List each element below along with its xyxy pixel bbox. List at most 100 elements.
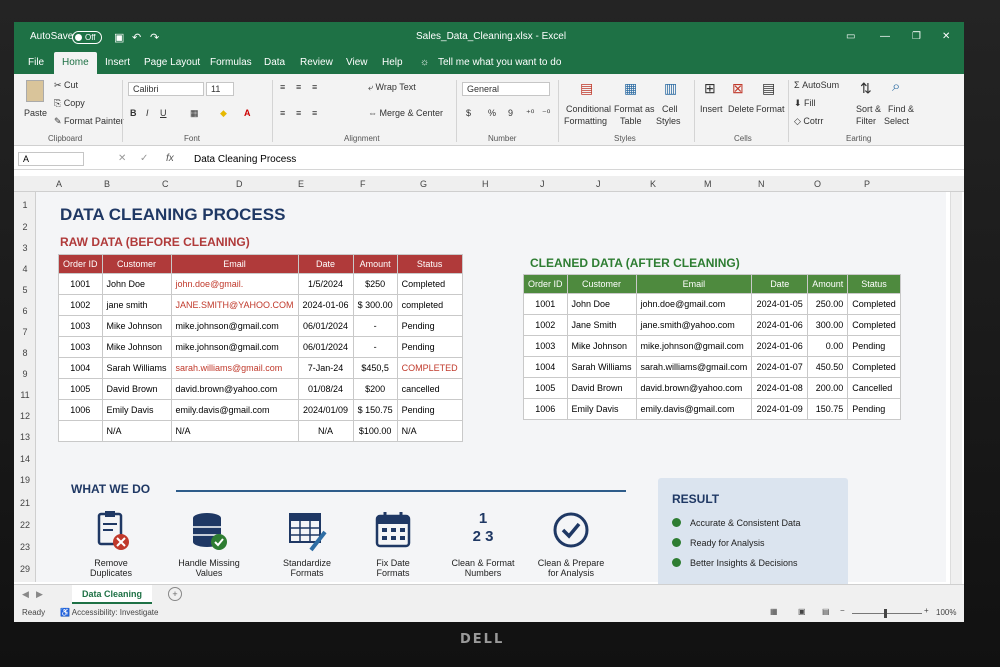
insert-cells-icon[interactable]: ⊞	[704, 80, 716, 97]
align-right-icon[interactable]: ≡	[312, 108, 317, 118]
currency-icon[interactable]: $	[466, 108, 471, 118]
cell-styles-button[interactable]: Cell	[662, 104, 678, 114]
row-header[interactable]: 11	[14, 390, 36, 400]
wrap-text-button[interactable]: ⤶ Wrap Text	[368, 82, 416, 93]
tab-insert[interactable]: Insert	[105, 57, 130, 68]
table-cell[interactable]: $100.00	[352, 420, 398, 442]
insert-cells-button[interactable]: Insert	[700, 104, 723, 114]
format-cells-button[interactable]: Format	[756, 104, 785, 114]
table-cell[interactable]: 1004	[523, 356, 568, 378]
find-select-icon[interactable]: ⌕	[892, 78, 900, 95]
table-cell[interactable]: Pending	[847, 398, 901, 420]
autosum-button[interactable]: Σ AutoSum	[794, 80, 839, 90]
column-header[interactable]: B	[104, 179, 110, 189]
column-header-cell[interactable]: Status	[847, 274, 901, 294]
row-header[interactable]: 12	[14, 411, 36, 421]
table-cell[interactable]	[58, 420, 103, 442]
table-cell[interactable]: Completed	[396, 273, 463, 295]
table-cell[interactable]: Emily Davis	[101, 399, 172, 421]
table-cell[interactable]: 1003	[58, 336, 103, 358]
table-cell[interactable]: 1/5/2024	[297, 273, 354, 295]
table-cell[interactable]: Cancelled	[847, 377, 901, 399]
column-header[interactable]: K	[650, 179, 656, 189]
page-break-view-icon[interactable]: ▤	[822, 607, 830, 616]
zoom-out-icon[interactable]: −	[840, 606, 845, 615]
table-cell[interactable]: 2024-01-08	[751, 377, 809, 399]
table-cell[interactable]: Pending	[396, 336, 463, 358]
align-top-icon[interactable]: ≡	[280, 82, 285, 92]
comma-icon[interactable]: 9	[508, 108, 513, 118]
conditional-formatting-button[interactable]: Conditional	[566, 104, 611, 114]
sort-filter-button[interactable]: Sort &	[856, 104, 881, 114]
align-center-icon[interactable]: ≡	[296, 108, 301, 118]
normal-view-icon[interactable]: ▦	[770, 607, 778, 616]
row-header[interactable]: 14	[14, 454, 36, 464]
zoom-in-icon[interactable]: +	[924, 606, 929, 615]
table-cell[interactable]: 0.00	[807, 335, 849, 357]
table-cell[interactable]: 1001	[523, 293, 568, 315]
align-middle-icon[interactable]: ≡	[296, 82, 301, 92]
page-layout-view-icon[interactable]: ▣	[798, 607, 806, 616]
name-box[interactable]: A	[18, 152, 84, 166]
table-cell[interactable]: Sarah Williams	[566, 356, 637, 378]
font-name-select[interactable]: Calibri	[128, 82, 204, 96]
bold-button[interactable]: B	[130, 108, 137, 118]
enter-icon[interactable]: ✓	[140, 153, 148, 164]
table-cell[interactable]: mike.johnson@gmail.com	[170, 336, 299, 358]
column-header-cell[interactable]: Order ID	[523, 274, 568, 294]
row-header[interactable]: 9	[14, 369, 36, 379]
column-header-cell[interactable]: Email	[635, 274, 753, 294]
column-header-cell[interactable]: Amount	[807, 274, 849, 294]
table-cell[interactable]: 450.50	[807, 356, 849, 378]
decrease-decimal-icon[interactable]: ⁻⁰	[542, 108, 550, 119]
table-cell[interactable]: jane smith	[101, 294, 172, 316]
table-cell[interactable]: 2024-01-06	[751, 335, 809, 357]
close-icon[interactable]: ✕	[942, 31, 950, 42]
row-header[interactable]: 8	[14, 348, 36, 358]
table-cell[interactable]: 2024-01-09	[751, 398, 809, 420]
table-cell[interactable]: David Brown	[101, 378, 172, 400]
table-cell[interactable]: 1002	[523, 314, 568, 336]
accessibility-status[interactable]: ♿ Accessibility: Investigate	[60, 608, 158, 617]
maximize-icon[interactable]: ❐	[912, 31, 921, 42]
table-cell[interactable]: 1006	[523, 398, 568, 420]
find-select-button[interactable]: Find &	[888, 104, 914, 114]
column-header-cell[interactable]: Amount	[352, 254, 398, 274]
table-cell[interactable]: 01/08/24	[297, 378, 354, 400]
add-sheet-icon[interactable]: +	[168, 587, 182, 601]
row-header[interactable]: 5	[14, 285, 36, 295]
tab-home[interactable]: Home	[54, 52, 97, 74]
table-cell[interactable]: Mike Johnson	[566, 335, 637, 357]
table-cell[interactable]: $200	[352, 378, 398, 400]
column-header[interactable]: E	[298, 179, 304, 189]
save-icon[interactable]: ▣	[114, 31, 124, 44]
copy-button[interactable]: ⎘ Copy	[54, 98, 85, 109]
format-cells-icon[interactable]: ▤	[762, 80, 775, 97]
table-cell[interactable]: Pending	[396, 315, 463, 337]
paste-button[interactable]: Paste	[24, 108, 47, 118]
table-cell[interactable]: mike.johnson@gmail.com	[170, 315, 299, 337]
underline-button[interactable]: U	[160, 108, 167, 118]
table-cell[interactable]: David Brown	[566, 377, 637, 399]
redo-icon[interactable]: ↷	[150, 31, 159, 44]
table-cell[interactable]: 2024-01-06	[751, 314, 809, 336]
table-cell[interactable]: completed	[396, 294, 463, 316]
column-header[interactable]: N	[758, 179, 765, 189]
table-cell[interactable]: 1003	[523, 335, 568, 357]
table-cell[interactable]: john.doe@gmail.	[170, 273, 299, 295]
column-header[interactable]: H	[482, 179, 489, 189]
table-cell[interactable]: cancelled	[396, 378, 463, 400]
row-header[interactable]: 2	[14, 222, 36, 232]
table-cell[interactable]: 1006	[58, 399, 103, 421]
tab-file[interactable]: File	[28, 57, 44, 68]
table-cell[interactable]: John Doe	[566, 293, 637, 315]
percent-icon[interactable]: %	[488, 108, 496, 118]
clear-button[interactable]: ◇ Cotrr	[794, 116, 823, 127]
table-cell[interactable]: david.brown@yahoo.com	[635, 377, 753, 399]
table-cell[interactable]: 1003	[58, 315, 103, 337]
row-header[interactable]: 3	[14, 243, 36, 253]
italic-button[interactable]: I	[146, 108, 149, 118]
tab-page-layout[interactable]: Page Layout	[144, 57, 200, 68]
sheet-tab-data-cleaning[interactable]: Data Cleaning	[72, 585, 153, 604]
fill-button[interactable]: ⬇ Fill	[794, 98, 816, 109]
